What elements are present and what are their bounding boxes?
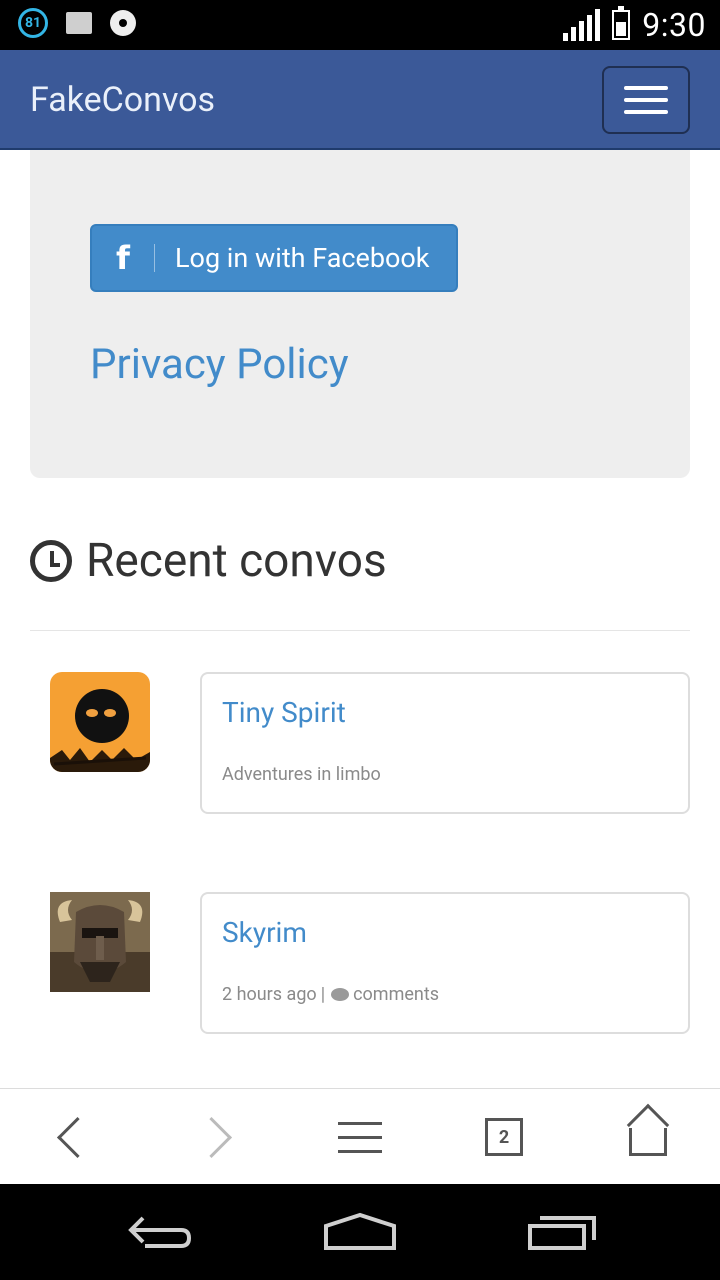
comment-icon: [331, 988, 350, 1001]
convo-card[interactable]: Tiny Spirit Adventures in limbo: [200, 672, 690, 814]
brand-link[interactable]: FakeConvos: [30, 80, 215, 120]
android-back-icon[interactable]: [110, 1184, 210, 1280]
android-recents-icon[interactable]: [512, 1184, 612, 1280]
facebook-login-button[interactable]: f Log in with Facebook: [90, 224, 458, 292]
status-time: 9:30: [642, 6, 706, 44]
facebook-login-label: Log in with Facebook: [175, 242, 430, 274]
status-bar: 81 9:30: [0, 0, 720, 50]
menu-icon[interactable]: [318, 1089, 402, 1185]
convo-title[interactable]: Skyrim: [222, 916, 307, 949]
privacy-policy-link[interactable]: Privacy Policy: [90, 340, 349, 389]
recent-convos-heading: Recent convos: [30, 534, 387, 588]
back-icon[interactable]: [30, 1089, 114, 1185]
browser-toolbar: 2: [0, 1088, 720, 1185]
home-icon[interactable]: [606, 1089, 690, 1185]
navbar: FakeConvos: [0, 50, 720, 150]
comments-link[interactable]: comments: [353, 984, 439, 1005]
recent-convos-title: Recent convos: [86, 534, 387, 588]
skyrim-avatar[interactable]: [50, 892, 150, 992]
facebook-icon: f: [116, 239, 130, 277]
meta-separator: |: [320, 984, 326, 1005]
convo-time: 2 hours ago: [222, 984, 317, 1005]
badge-icon: 81: [18, 8, 48, 38]
tab-count: 2: [498, 1126, 510, 1148]
convo-title[interactable]: Tiny Spirit: [222, 696, 346, 729]
forward-icon[interactable]: [174, 1089, 258, 1185]
signal-icon: [563, 9, 601, 41]
convo-description: Adventures in limbo: [222, 764, 381, 785]
notification-count: 81: [24, 15, 42, 31]
battery-charging-icon: [612, 6, 631, 40]
android-nav-bar: [0, 1184, 720, 1280]
hamburger-icon[interactable]: [602, 66, 690, 134]
convo-card[interactable]: Skyrim 2 hours ago | comments: [200, 892, 690, 1034]
divider: [30, 630, 690, 631]
tiny-spirit-avatar[interactable]: [50, 672, 150, 772]
login-panel: f Log in with Facebook Privacy Policy: [30, 150, 690, 478]
android-home-icon[interactable]: [310, 1184, 410, 1280]
convo-meta: 2 hours ago | comments: [222, 984, 439, 1005]
picture-icon: [66, 12, 92, 34]
clock-icon: [30, 540, 72, 582]
disc-icon: [110, 10, 136, 36]
tabs-icon[interactable]: 2: [462, 1089, 546, 1185]
convo-meta: Adventures in limbo: [222, 764, 381, 785]
